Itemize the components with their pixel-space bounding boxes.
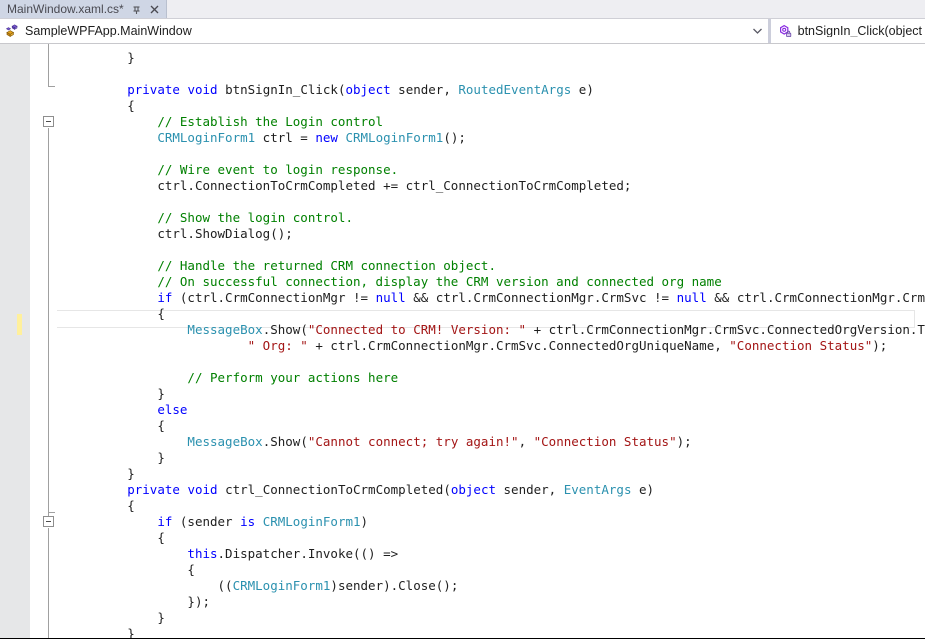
code-line: // Wire event to login response. <box>157 162 399 177</box>
code-line: ctrl.ShowDialog(); <box>157 226 293 241</box>
code-line: private void btnSignIn_Click(object send… <box>127 82 594 97</box>
code-line: // Handle the returned CRM connection ob… <box>157 258 496 273</box>
indicator-margin[interactable] <box>0 44 30 638</box>
code-line: { <box>157 530 165 545</box>
code-navigation-bar: SampleWPFApp.MainWindow btnSignIn_Click(… <box>0 19 925 44</box>
code-line: // Establish the Login control <box>157 114 384 129</box>
code-line: { <box>157 306 165 321</box>
code-line: CRMLoginForm1 ctrl = new CRMLoginForm1()… <box>157 130 466 145</box>
document-tab-bar: MainWindow.xaml.cs* <box>0 0 925 19</box>
code-line: { <box>127 498 135 513</box>
unsaved-change-marker <box>17 314 22 335</box>
tab-bar-empty-space <box>166 0 925 18</box>
collapse-button-btnsignin[interactable] <box>43 116 54 127</box>
outlining-margin[interactable] <box>30 44 57 638</box>
type-navigation-label: SampleWPFApp.MainWindow <box>25 24 192 38</box>
code-line: this.Dispatcher.Invoke(() => <box>187 546 399 561</box>
source-code: } private void btnSignIn_Click(object se… <box>67 50 925 638</box>
code-line: } <box>157 386 165 401</box>
code-line: }); <box>187 594 210 609</box>
code-line: MessageBox.Show("Connected to CRM! Versi… <box>187 322 925 337</box>
member-navigation-dropdown[interactable]: btnSignIn_Click(object <box>769 19 925 43</box>
method-private-icon <box>777 23 793 39</box>
outline-tick-top <box>48 86 55 87</box>
outline-tick-method2 <box>48 512 55 513</box>
chevron-down-icon[interactable] <box>751 28 765 34</box>
code-line: " Org: " + ctrl.CrmConnectionMgr.CrmSvc.… <box>247 338 888 353</box>
code-line: // On successful connection, display the… <box>157 274 722 289</box>
code-line: ((CRMLoginForm1)sender).Close(); <box>217 578 459 593</box>
code-editor[interactable]: } private void btnSignIn_Click(object se… <box>0 44 925 638</box>
code-line: // Perform your actions here <box>187 370 399 385</box>
document-tab-label: MainWindow.xaml.cs* <box>7 2 124 16</box>
class-icon <box>4 23 20 39</box>
code-line: } <box>127 466 135 481</box>
code-line: else <box>157 402 188 417</box>
code-line: private void ctrl_ConnectionToCrmComplet… <box>127 482 655 497</box>
document-tab-mainwindow-xaml-cs[interactable]: MainWindow.xaml.cs* <box>0 0 167 18</box>
code-line: ctrl.ConnectionToCrmCompleted += ctrl_Co… <box>157 178 632 193</box>
code-text-surface[interactable]: } private void btnSignIn_Click(object se… <box>57 44 925 638</box>
outline-guide-line-method1 <box>48 128 49 518</box>
code-line: { <box>127 98 135 113</box>
code-line: } <box>157 610 165 625</box>
type-navigation-dropdown[interactable]: SampleWPFApp.MainWindow <box>0 19 769 43</box>
code-line: { <box>187 562 195 577</box>
code-line: // Show the login control. <box>157 210 353 225</box>
visual-studio-editor-window: MainWindow.xaml.cs* SampleWPFApp.MainWin… <box>0 0 925 639</box>
code-line: } <box>157 450 165 465</box>
member-navigation-label: btnSignIn_Click(object <box>797 24 922 38</box>
code-line: if (sender is CRMLoginForm1) <box>157 514 369 529</box>
close-icon[interactable] <box>149 4 160 15</box>
code-line: } <box>127 626 135 638</box>
outline-guide-line-top <box>48 44 49 86</box>
collapse-button-ctrl-connectiontocrmcompleted[interactable] <box>43 516 54 527</box>
code-line: { <box>157 418 165 433</box>
code-line: if (ctrl.CrmConnectionMgr != null && ctr… <box>157 290 925 305</box>
code-line: } <box>127 50 135 65</box>
code-line: MessageBox.Show("Cannot connect; try aga… <box>187 434 692 449</box>
pin-icon[interactable] <box>131 4 142 15</box>
outline-guide-line-method2 <box>48 528 49 638</box>
